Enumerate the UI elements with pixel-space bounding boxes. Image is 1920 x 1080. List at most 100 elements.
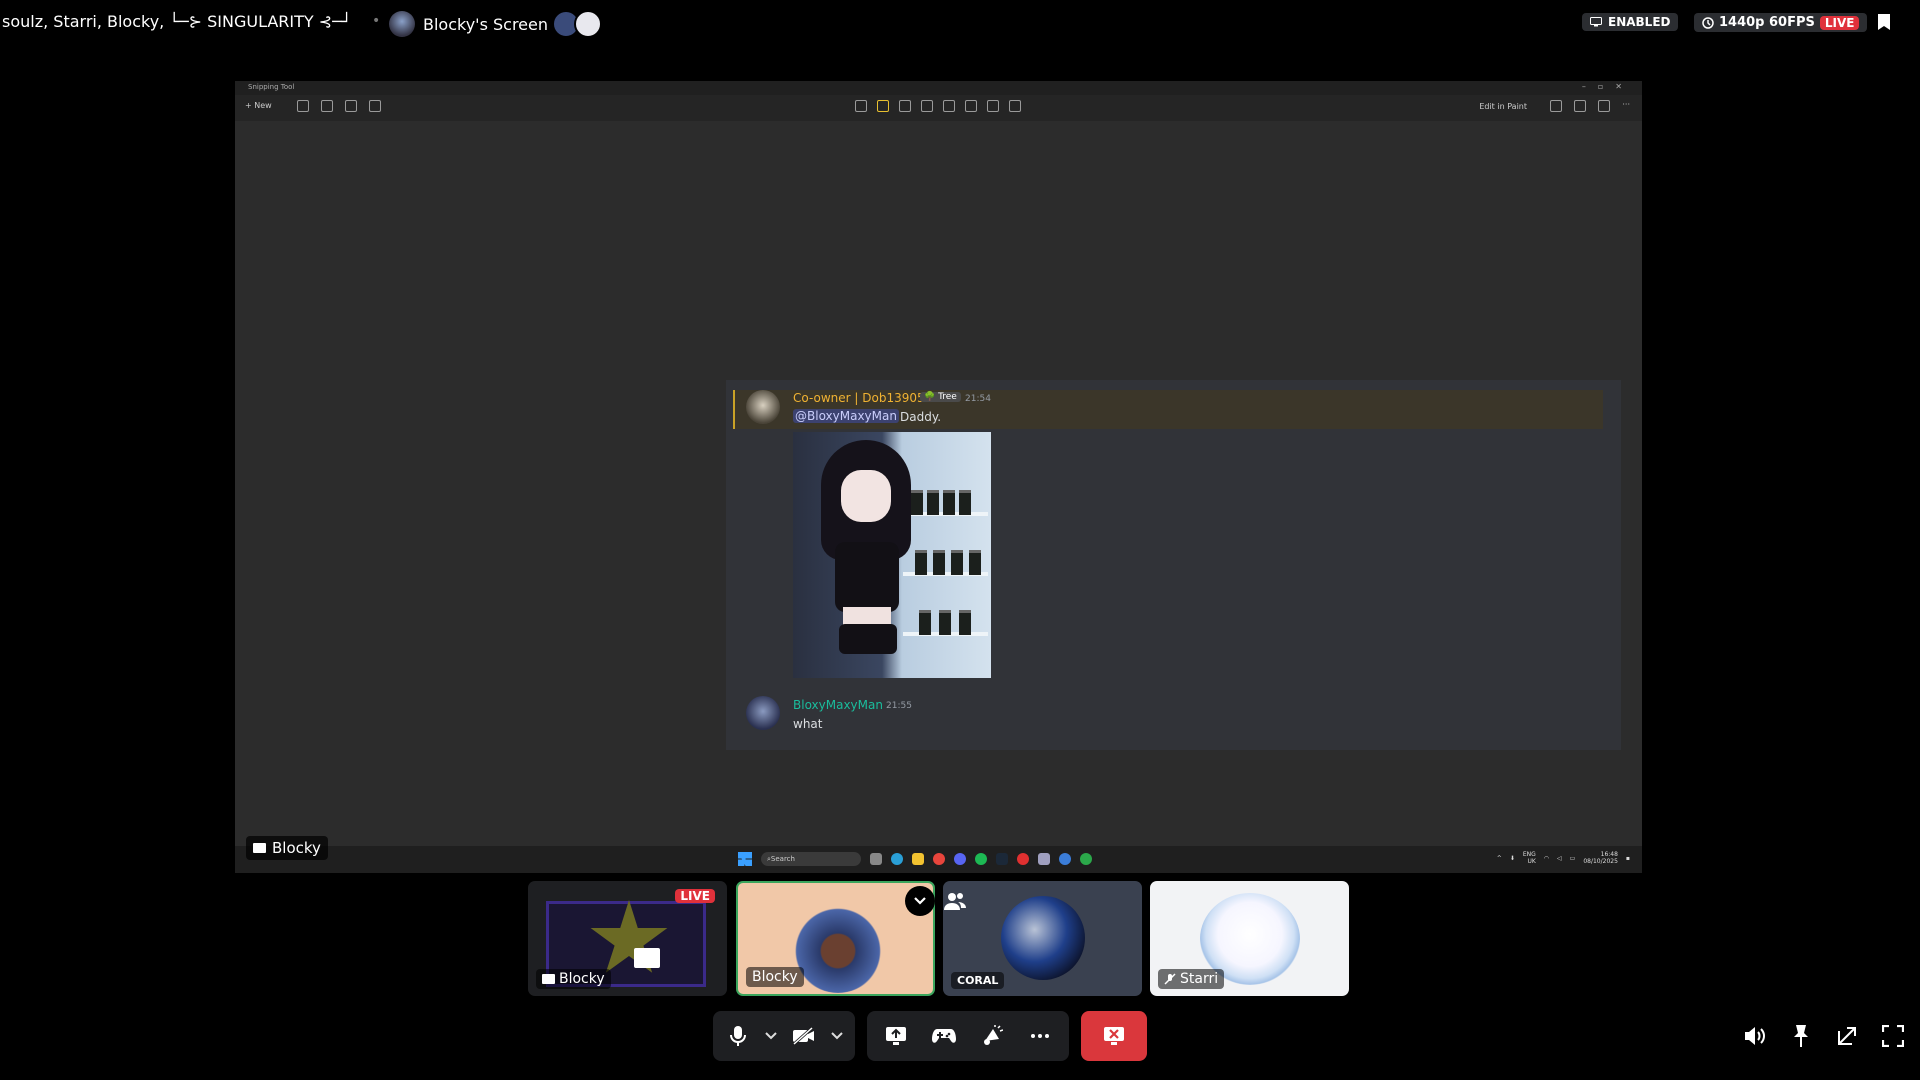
quality-label: 1440p 60FPS: [1719, 15, 1815, 30]
participant-tile-coral[interactable]: CORAL: [943, 881, 1142, 996]
app-icon: [1017, 853, 1029, 865]
viewer-avatars[interactable]: [552, 10, 602, 38]
screen-label: Blocky's Screen: [423, 14, 548, 34]
avatar: [790, 893, 886, 993]
wifi-icon: ◠: [1543, 854, 1550, 862]
game-controller-icon[interactable]: [929, 1021, 959, 1051]
stream-quality-badge[interactable]: 1440p 60FPS LIVE: [1694, 13, 1868, 32]
copy-icon: [1574, 100, 1587, 112]
viewer-avatar: [574, 10, 602, 38]
pin-icon[interactable]: [1788, 1023, 1814, 1049]
screen-share-icon: [1590, 17, 1602, 27]
participant-tile-starri[interactable]: Starri: [1150, 881, 1349, 996]
message-username: Co-owner | Dob13905: [793, 391, 925, 405]
snipping-tool-title: Snipping Tool: [248, 83, 295, 91]
message-text: what: [793, 717, 823, 731]
pop-out-icon[interactable]: [1834, 1023, 1860, 1049]
toolbar-right-icons: ···: [1550, 100, 1630, 112]
share-icon: [1598, 100, 1611, 112]
can: [943, 490, 955, 515]
bookmark-icon[interactable]: [1877, 13, 1891, 31]
window-controls: –▫✕: [1581, 82, 1634, 91]
edge-icon: [891, 853, 903, 865]
call-controls: [713, 1011, 1147, 1061]
camera-off-icon[interactable]: [789, 1021, 819, 1051]
figure-waist: [843, 607, 891, 625]
message-time: 21:54: [965, 394, 991, 404]
role-tag-label: Tree: [938, 392, 957, 402]
shapes-icon: [921, 100, 933, 112]
people-icon[interactable]: [941, 887, 969, 915]
more-icon[interactable]: [1025, 1021, 1055, 1051]
snipping-tool-titlebar: Snipping Tool –▫✕: [235, 81, 1642, 95]
can: [919, 610, 931, 635]
can: [911, 490, 923, 515]
lang: ENG: [1522, 851, 1536, 858]
can: [927, 490, 939, 515]
channel-participants: soulz, Starri, Blocky, └─⊱ SINGULARITY ⊰…: [2, 12, 352, 31]
tile-label: CORAL: [951, 972, 1005, 989]
crop-icon: [943, 100, 955, 112]
microphone-icon[interactable]: [723, 1021, 753, 1051]
shared-screen[interactable]: Snipping Tool –▫✕ + New Edit in Paint ··…: [235, 81, 1642, 873]
pen-icon: [855, 100, 867, 112]
screen-owner[interactable]: Blocky's Screen: [389, 10, 602, 38]
toolbar-edit-icons: [855, 100, 1021, 112]
participant-tile-blocky-stream[interactable]: LIVE Blocky: [528, 881, 727, 996]
app-icon: [1059, 853, 1071, 865]
task-view-icon: [870, 853, 882, 865]
snip-mode-icon: [345, 100, 357, 112]
timer-icon: [369, 100, 381, 112]
can: [951, 550, 963, 575]
chevron-down-icon[interactable]: [763, 1021, 779, 1051]
chrome-icon: [933, 853, 945, 865]
battery-icon: ▭: [1569, 854, 1576, 862]
tile-label: Blocky: [746, 967, 804, 987]
star-shape: [590, 900, 668, 973]
figure-shorts: [839, 624, 897, 654]
top-bar: soulz, Starri, Blocky, └─⊱ SINGULARITY ⊰…: [0, 0, 1920, 46]
file-explorer-icon: [912, 853, 924, 865]
windows-taskbar: ⌕ Search ^ ⬇ ENG UK ◠ ◁ ▭ 16:48 08/10/2025…: [235, 846, 1642, 873]
screen-share-icon: [634, 948, 660, 968]
enabled-badge[interactable]: ENABLED: [1582, 13, 1679, 31]
save-icon: [1550, 100, 1563, 112]
tile-label: Blocky: [536, 969, 611, 989]
steam-icon: [996, 853, 1008, 865]
tile-name: Blocky: [752, 969, 798, 985]
clock-date: 08/10/2025: [1583, 858, 1618, 865]
avatar: [746, 390, 780, 424]
redo-icon: [1009, 100, 1021, 112]
live-badge: LIVE: [675, 889, 715, 903]
live-badge: LIVE: [1819, 15, 1860, 30]
enabled-label: ENABLED: [1608, 15, 1671, 29]
tray-icon: ⬇: [1509, 854, 1515, 862]
screen-share-icon[interactable]: [881, 1021, 911, 1051]
new-button: + New: [245, 101, 272, 110]
stream-name: Blocky: [272, 839, 321, 857]
volume-icon[interactable]: [1742, 1023, 1768, 1049]
toolbar-mode-icons: [297, 100, 381, 112]
captured-chat: Co-owner | Dob13905 🌳 Tree 21:54 @BloxyM…: [726, 380, 1621, 750]
language-indicator: ENG UK: [1523, 851, 1536, 865]
taskbar-search: ⌕ Search: [761, 852, 861, 866]
new-label: New: [254, 101, 272, 110]
app-icon: [1080, 853, 1092, 865]
snipping-tool-toolbar: + New Edit in Paint ···: [235, 95, 1642, 121]
tile-label: Starri: [1158, 969, 1225, 989]
soundboard-icon[interactable]: [977, 1021, 1007, 1051]
avatar: [389, 11, 415, 37]
search-placeholder: Search: [770, 855, 795, 863]
edit-in-paint: Edit in Paint: [1479, 102, 1527, 111]
highlighter-icon: [877, 100, 889, 112]
end-call-button[interactable]: [1081, 1011, 1147, 1061]
video-icon: [321, 100, 333, 112]
separator: •: [372, 13, 381, 29]
can: [959, 490, 971, 515]
avatar: [1001, 896, 1085, 980]
can: [959, 610, 971, 635]
chevron-down-icon[interactable]: [905, 886, 935, 916]
chevron-down-icon[interactable]: [829, 1021, 845, 1051]
fullscreen-icon[interactable]: [1880, 1023, 1906, 1049]
taskbar-clock: 16:48 08/10/2025: [1583, 851, 1618, 865]
